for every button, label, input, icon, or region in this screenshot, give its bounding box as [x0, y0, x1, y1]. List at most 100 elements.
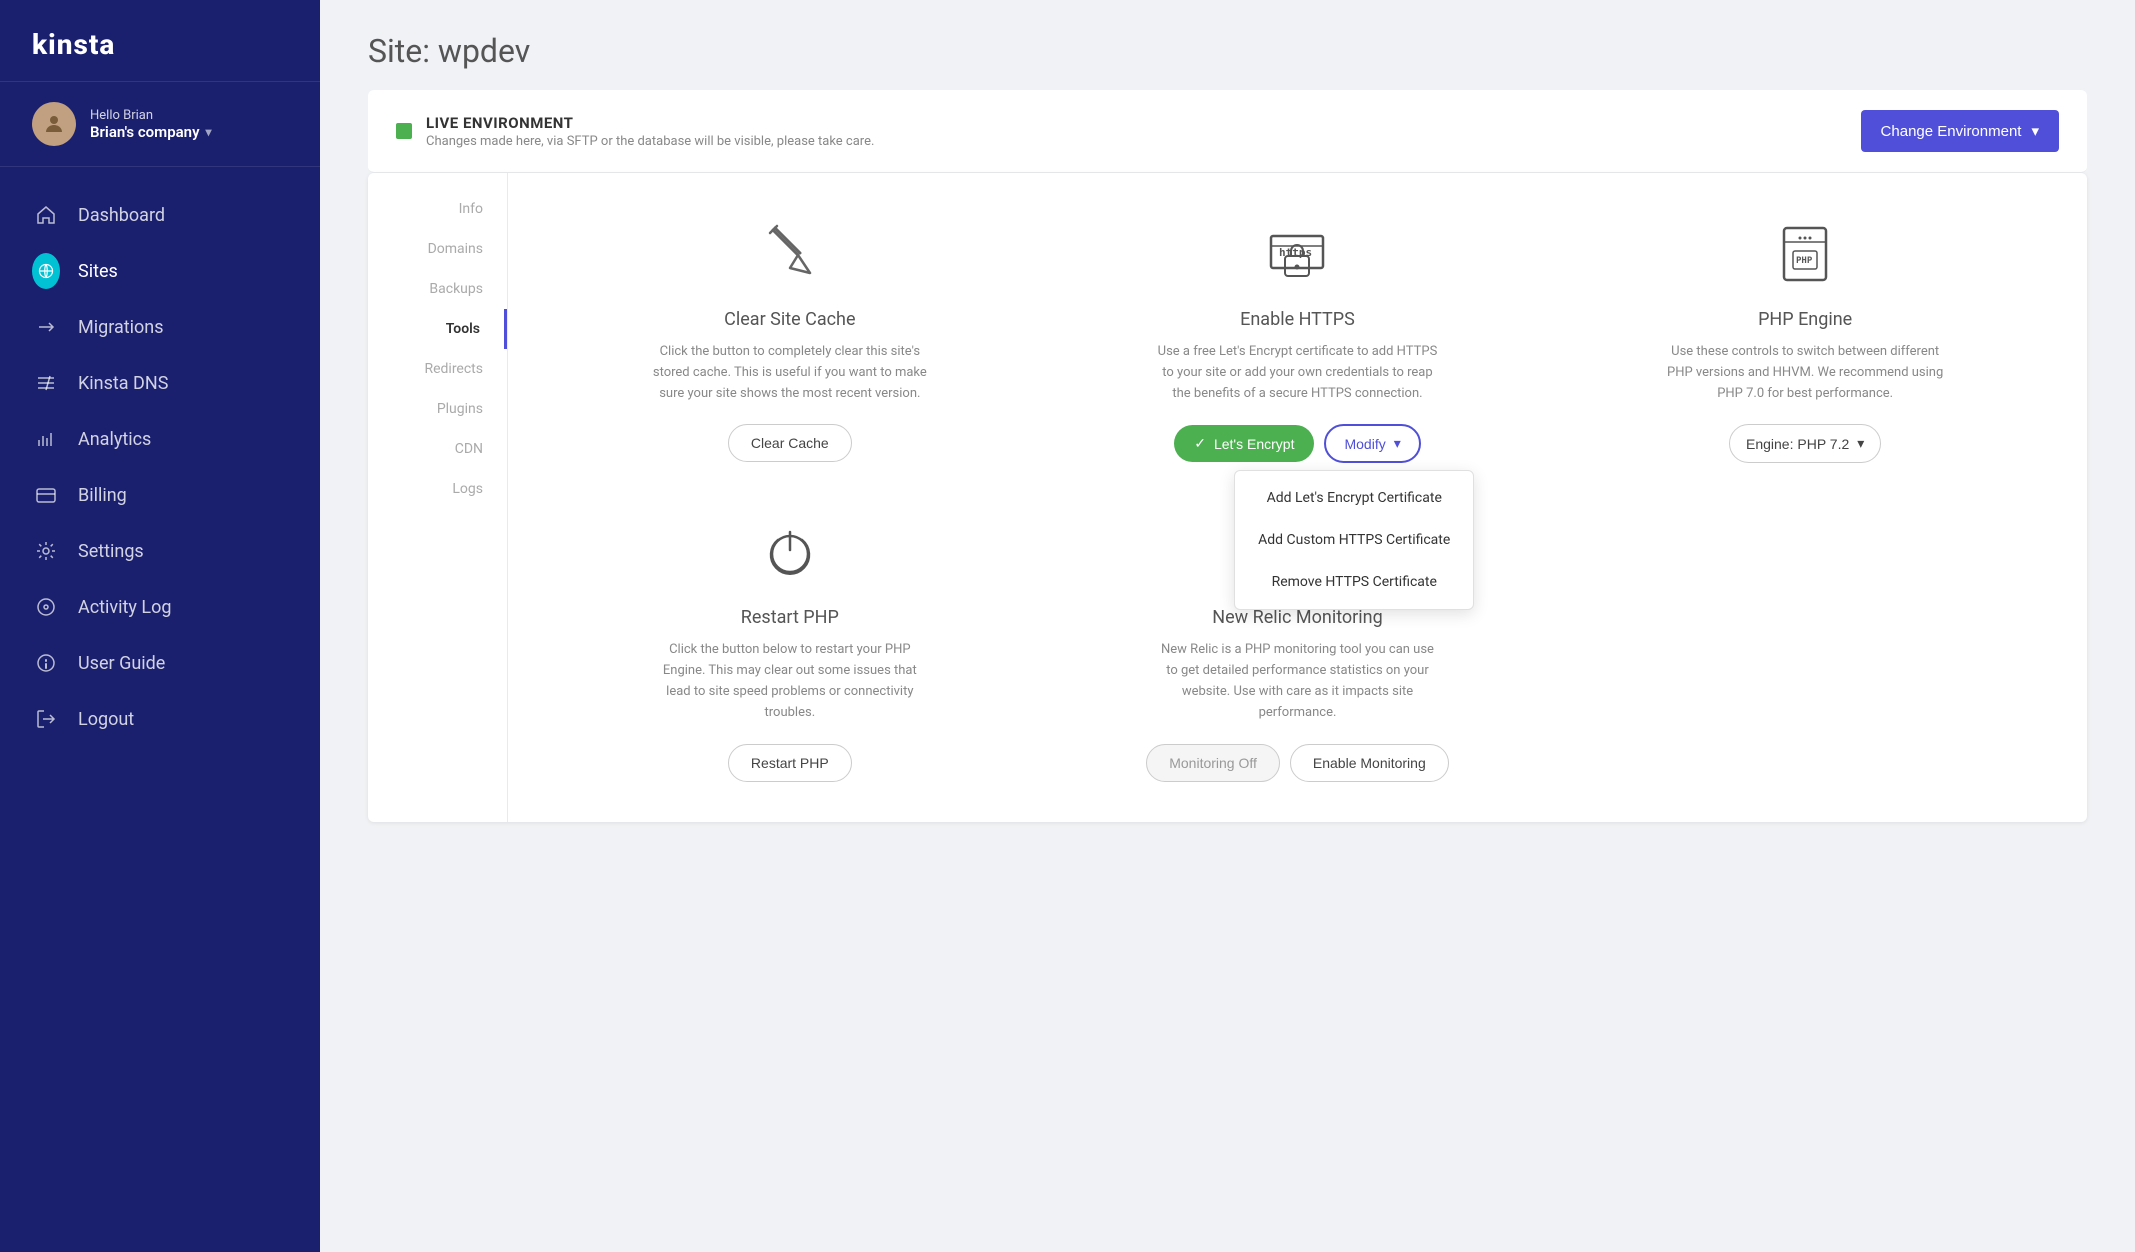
dropdown-item-custom-https[interactable]: Add Custom HTTPS Certificate	[1235, 519, 1473, 561]
main-content: LIVE ENVIRONMENT Changes made here, via …	[320, 90, 2135, 1252]
engine-label: Engine: PHP 7.2	[1746, 436, 1849, 452]
power-icon	[750, 511, 830, 591]
svg-text:PHP: PHP	[1796, 256, 1813, 266]
monitoring-off-button[interactable]: Monitoring Off	[1146, 744, 1280, 782]
subnav-item-logs[interactable]: Logs	[368, 469, 507, 509]
php-engine-title: PHP Engine	[1758, 309, 1852, 330]
broom-icon	[750, 213, 830, 293]
sidebar-item-activity-log[interactable]: Activity Log	[0, 579, 320, 635]
restart-php-desc: Click the button below to restart your P…	[650, 640, 930, 723]
enable-https-desc: Use a free Let's Encrypt certificate to …	[1157, 342, 1437, 404]
sidebar-item-label: Migrations	[78, 317, 164, 338]
migrations-icon	[32, 313, 60, 341]
lets-encrypt-label: Let's Encrypt	[1214, 436, 1295, 452]
php-engine-actions: Engine: PHP 7.2 ▾	[1729, 424, 1881, 463]
subnav-item-domains[interactable]: Domains	[368, 229, 507, 269]
enable-https-title: Enable HTTPS	[1240, 309, 1355, 330]
checkmark-icon: ✓	[1194, 435, 1206, 452]
dropdown-item-remove-https[interactable]: Remove HTTPS Certificate	[1235, 561, 1473, 603]
user-info: Hello Brian Brian's company ▾	[90, 108, 288, 141]
restart-php-button[interactable]: Restart PHP	[728, 744, 852, 782]
subnav-item-cdn[interactable]: CDN	[368, 429, 507, 469]
enable-https-tool: https Enable HTTPS Use a free Let's Encr…	[1064, 213, 1532, 463]
environment-banner: LIVE ENVIRONMENT Changes made here, via …	[368, 90, 2087, 173]
sidebar: kinsta Hello Brian Brian's company ▾ Das…	[0, 0, 320, 1252]
guide-icon	[32, 649, 60, 677]
sidebar-item-label: Billing	[78, 485, 127, 506]
subnav-item-plugins[interactable]: Plugins	[368, 389, 507, 429]
sidebar-navigation: Dashboard Sites Migrations	[0, 167, 320, 1252]
sidebar-item-kinsta-dns[interactable]: Kinsta DNS	[0, 355, 320, 411]
clear-cache-tool: Clear Site Cache Click the button to com…	[556, 213, 1024, 463]
main-header: Site: wpdev	[320, 0, 2135, 90]
sidebar-item-label: Settings	[78, 541, 144, 562]
sidebar-logo: kinsta	[0, 0, 320, 82]
sidebar-item-dashboard[interactable]: Dashboard	[0, 187, 320, 243]
sidebar-item-label: Activity Log	[78, 597, 171, 618]
sidebar-item-label: Logout	[78, 709, 134, 730]
sidebar-item-user-guide[interactable]: User Guide	[0, 635, 320, 691]
sidebar-item-label: Analytics	[78, 429, 151, 450]
https-icon: https	[1257, 213, 1337, 293]
site-panel: Info Domains Backups Tools Redirects Plu…	[368, 173, 2087, 822]
chevron-down-icon: ▾	[206, 125, 212, 139]
sidebar-item-settings[interactable]: Settings	[0, 523, 320, 579]
sidebar-item-billing[interactable]: Billing	[0, 467, 320, 523]
user-profile[interactable]: Hello Brian Brian's company ▾	[0, 82, 320, 167]
tools-grid: Clear Site Cache Click the button to com…	[556, 213, 2039, 782]
lets-encrypt-button[interactable]: ✓ Let's Encrypt	[1174, 425, 1314, 462]
sidebar-item-label: User Guide	[78, 653, 165, 674]
modify-button[interactable]: Modify ▾	[1324, 424, 1420, 463]
chevron-down-icon: ▾	[2031, 122, 2039, 140]
new-relic-title: New Relic Monitoring	[1212, 607, 1382, 628]
env-status-dot	[396, 123, 412, 139]
settings-icon	[32, 537, 60, 565]
tools-area: Clear Site Cache Click the button to com…	[508, 173, 2087, 822]
activity-icon	[32, 593, 60, 621]
php-engine-tool: PHP PHP Engine Use these controls to swi…	[1571, 213, 2039, 463]
logout-icon	[32, 705, 60, 733]
enable-https-actions: ✓ Let's Encrypt Modify ▾	[1174, 424, 1421, 463]
php-engine-button[interactable]: Engine: PHP 7.2 ▾	[1729, 424, 1881, 463]
dropdown-item-lets-encrypt[interactable]: Add Let's Encrypt Certificate	[1235, 477, 1473, 519]
sidebar-item-label: Dashboard	[78, 205, 165, 226]
clear-cache-button[interactable]: Clear Cache	[728, 424, 852, 462]
restart-php-title: Restart PHP	[741, 607, 839, 628]
change-environment-button[interactable]: Change Environment ▾	[1861, 110, 2059, 152]
clear-cache-actions: Clear Cache	[728, 424, 852, 462]
avatar	[32, 102, 76, 146]
analytics-icon	[32, 425, 60, 453]
sidebar-item-sites[interactable]: Sites	[0, 243, 320, 299]
env-banner-left: LIVE ENVIRONMENT Changes made here, via …	[396, 114, 874, 149]
clear-cache-title: Clear Site Cache	[724, 309, 855, 330]
subnav-item-info[interactable]: Info	[368, 189, 507, 229]
subnav-item-redirects[interactable]: Redirects	[368, 349, 507, 389]
sidebar-item-label: Sites	[78, 261, 118, 282]
home-icon	[32, 201, 60, 229]
php-icon: PHP	[1765, 213, 1845, 293]
new-relic-actions: Monitoring Off Enable Monitoring	[1146, 744, 1449, 782]
restart-php-tool: Restart PHP Click the button below to re…	[556, 511, 1024, 781]
sidebar-item-analytics[interactable]: Analytics	[0, 411, 320, 467]
user-greeting: Hello Brian	[90, 108, 288, 123]
restart-php-actions: Restart PHP	[728, 744, 852, 782]
sidebar-item-logout[interactable]: Logout	[0, 691, 320, 747]
modify-label: Modify	[1344, 436, 1385, 452]
env-title: LIVE ENVIRONMENT	[426, 114, 874, 132]
main-area: Site: wpdev LIVE ENVIRONMENT Changes mad…	[320, 0, 2135, 1252]
chevron-down-icon: ▾	[1394, 435, 1401, 452]
dns-icon	[32, 369, 60, 397]
new-relic-desc: New Relic is a PHP monitoring tool you c…	[1157, 640, 1437, 723]
enable-monitoring-button[interactable]: Enable Monitoring	[1290, 744, 1449, 782]
user-company[interactable]: Brian's company ▾	[90, 123, 288, 141]
page-title: Site: wpdev	[368, 32, 2087, 70]
env-description: Changes made here, via SFTP or the datab…	[426, 134, 874, 149]
modify-dropdown-menu: Add Let's Encrypt Certificate Add Custom…	[1234, 470, 1474, 610]
sidebar-item-label: Kinsta DNS	[78, 373, 168, 394]
sidebar-item-migrations[interactable]: Migrations	[0, 299, 320, 355]
subnav-item-tools[interactable]: Tools	[368, 309, 507, 349]
site-subnav: Info Domains Backups Tools Redirects Plu…	[368, 173, 508, 822]
subnav-item-backups[interactable]: Backups	[368, 269, 507, 309]
sites-icon	[32, 257, 60, 285]
clear-cache-desc: Click the button to completely clear thi…	[650, 342, 930, 404]
